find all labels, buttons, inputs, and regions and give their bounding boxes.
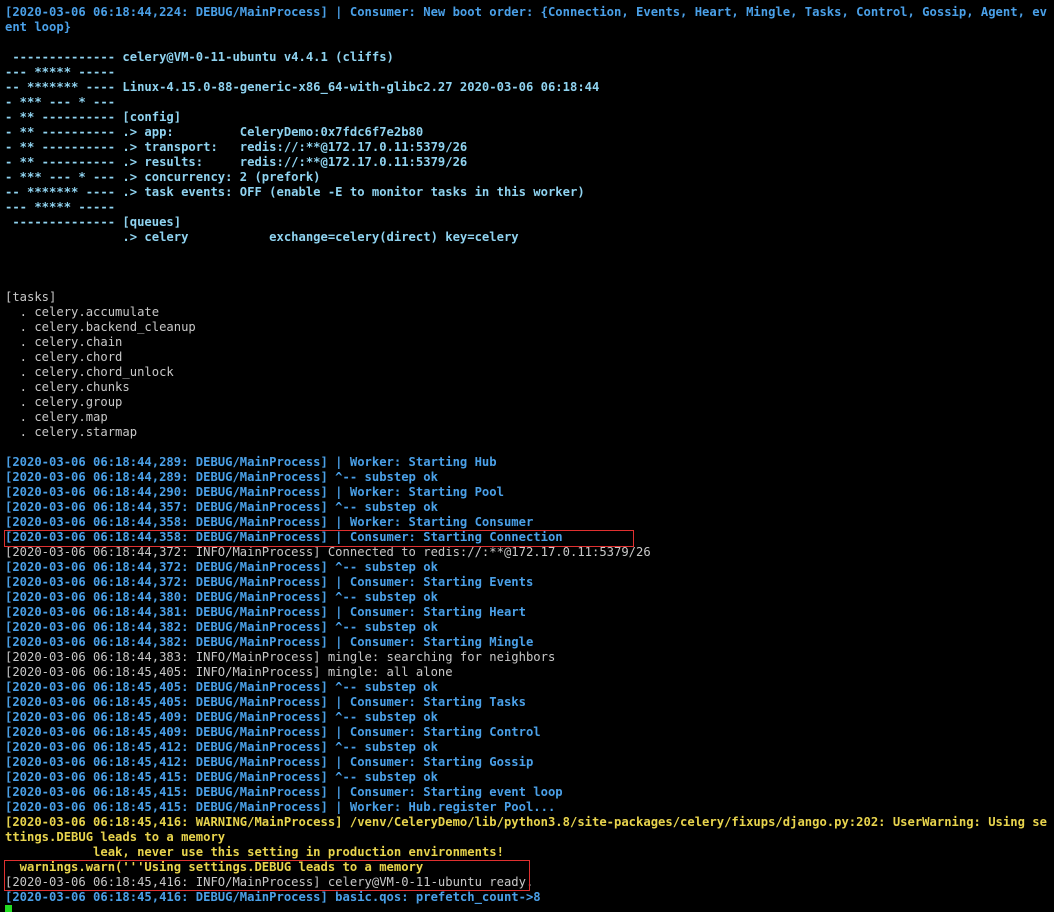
banner-line: --- ***** ----- — [5, 200, 116, 214]
log-line-qos: [2020-03-06 06:18:45,416: DEBUG/MainProc… — [5, 890, 541, 904]
warning-block: [2020-03-06 06:18:45,416: WARNING/MainPr… — [5, 815, 1054, 875]
banner-line: - ** ---------- .> results: redis://:**@… — [5, 155, 468, 169]
warning-line: warnings.warn('''Using settings.DEBUG le… — [5, 860, 424, 874]
log-line: [2020-03-06 06:18:44,289: DEBUG/MainProc… — [5, 470, 438, 484]
log-line: [2020-03-06 06:18:45,415: DEBUG/MainProc… — [5, 785, 563, 799]
task-item: . celery.backend_cleanup — [5, 320, 196, 334]
log-line: [2020-03-06 06:18:44,372: DEBUG/MainProc… — [5, 560, 438, 574]
log-line: [2020-03-06 06:18:45,412: DEBUG/MainProc… — [5, 755, 534, 769]
tasks-section: [tasks] . celery.accumulate . celery.bac… — [5, 290, 1054, 440]
banner-line: -- ******* ---- .> task events: OFF (ena… — [5, 185, 585, 199]
log-line: [2020-03-06 06:18:44,382: DEBUG/MainProc… — [5, 620, 438, 634]
banner-line: - ** ---------- .> app: CeleryDemo:0x7fd… — [5, 125, 424, 139]
banner-line: --- ***** ----- — [5, 65, 116, 79]
terminal-window[interactable]: [2020-03-06 06:18:44,224: DEBUG/MainProc… — [0, 0, 1054, 912]
prompt-line[interactable] — [5, 905, 1054, 912]
boot-order-line: [2020-03-06 06:18:44,224: DEBUG/MainProc… — [5, 5, 1047, 34]
log-line: [2020-03-06 06:18:45,405: INFO/MainProce… — [5, 665, 453, 679]
log-line: [2020-03-06 06:18:44,382: DEBUG/MainProc… — [5, 635, 534, 649]
banner-line: -------------- celery@VM-0-11-ubuntu v4.… — [5, 50, 394, 64]
worker-log: [2020-03-06 06:18:44,289: DEBUG/MainProc… — [5, 455, 1054, 815]
log-line: [2020-03-06 06:18:44,358: DEBUG/MainProc… — [5, 530, 563, 544]
warning-line: [2020-03-06 06:18:45,416: WARNING/MainPr… — [5, 815, 1047, 844]
banner-line: -- ******* ---- Linux-4.15.0-88-generic-… — [5, 80, 600, 94]
ready-block: [2020-03-06 06:18:45,416: INFO/MainProce… — [5, 875, 1054, 905]
banner-line: - *** --- * --- — [5, 95, 116, 109]
task-item: . celery.chain — [5, 335, 123, 349]
tasks-header: [tasks] — [5, 290, 57, 304]
log-line: [2020-03-06 06:18:45,405: DEBUG/MainProc… — [5, 695, 526, 709]
log-line: [2020-03-06 06:18:45,415: DEBUG/MainProc… — [5, 770, 438, 784]
log-line: [2020-03-06 06:18:44,380: DEBUG/MainProc… — [5, 590, 438, 604]
log-line: [2020-03-06 06:18:44,383: INFO/MainProce… — [5, 650, 556, 664]
log-line-ready: [2020-03-06 06:18:45,416: INFO/MainProce… — [5, 875, 534, 889]
text-cursor[interactable] — [5, 905, 12, 912]
banner-line: -------------- [queues] — [5, 215, 182, 229]
banner-line: - ** ---------- [config] — [5, 110, 182, 124]
log-line: [2020-03-06 06:18:44,372: DEBUG/MainProc… — [5, 575, 534, 589]
log-line: [2020-03-06 06:18:44,358: DEBUG/MainProc… — [5, 515, 534, 529]
log-line: [2020-03-06 06:18:45,409: DEBUG/MainProc… — [5, 725, 541, 739]
banner-line: - *** --- * --- .> concurrency: 2 (prefo… — [5, 170, 321, 184]
banner-line: .> celery exchange=celery(direct) key=ce… — [5, 230, 519, 244]
task-item: . celery.starmap — [5, 425, 138, 439]
log-line: [2020-03-06 06:18:45,415: DEBUG/MainProc… — [5, 800, 556, 814]
log-line-connected: [2020-03-06 06:18:44,372: INFO/MainProce… — [5, 545, 651, 559]
log-line: [2020-03-06 06:18:44,357: DEBUG/MainProc… — [5, 500, 438, 514]
task-item: . celery.chunks — [5, 380, 130, 394]
log-line: [2020-03-06 06:18:44,290: DEBUG/MainProc… — [5, 485, 504, 499]
banner-line: - ** ---------- .> transport: redis://:*… — [5, 140, 468, 154]
log-line: [2020-03-06 06:18:44,381: DEBUG/MainProc… — [5, 605, 526, 619]
log-line: [2020-03-06 06:18:44,289: DEBUG/MainProc… — [5, 455, 497, 469]
task-item: . celery.map — [5, 410, 108, 424]
log-line: [2020-03-06 06:18:45,405: DEBUG/MainProc… — [5, 680, 438, 694]
log-line: [2020-03-06 06:18:45,409: DEBUG/MainProc… — [5, 710, 438, 724]
task-item: . celery.group — [5, 395, 123, 409]
log-line: [2020-03-06 06:18:45,412: DEBUG/MainProc… — [5, 740, 438, 754]
task-item: . celery.chord — [5, 350, 123, 364]
celery-banner: -------------- celery@VM-0-11-ubuntu v4.… — [5, 50, 1054, 245]
task-item: . celery.chord_unlock — [5, 365, 174, 379]
task-item: . celery.accumulate — [5, 305, 160, 319]
warning-line: leak, never use this setting in producti… — [5, 845, 504, 859]
